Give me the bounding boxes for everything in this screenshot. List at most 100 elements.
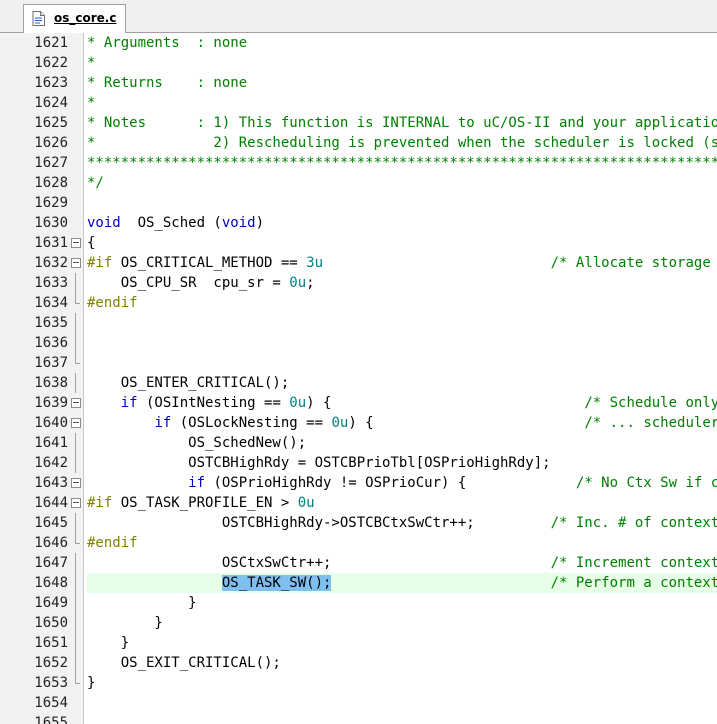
code-token: 0u [331, 415, 349, 431]
code-text[interactable]: if (OSLockNesting == 0u) { /* ... schedu… [87, 413, 717, 433]
fold-guide [71, 533, 81, 553]
code-line[interactable]: 1625 * Notes : 1) This function is INTERN… [0, 113, 717, 133]
code-text[interactable]: * Notes : 1) This function is INTERNAL t… [87, 113, 717, 133]
tab-os-core-c[interactable]: os_core.c [23, 4, 126, 33]
fold-guide [71, 273, 81, 293]
code-line[interactable]: 1636 [0, 333, 717, 353]
code-line[interactable]: 1631 { [0, 233, 717, 253]
code-text[interactable]: if (OSPrioHighRdy != OSPrioCur) { /* No … [87, 473, 717, 493]
fold-guide [71, 293, 81, 313]
code-line[interactable]: 1641 OS_SchedNew(); [0, 433, 717, 453]
code-line[interactable]: 1640 if (OSLockNesting == 0u) { /* ... s… [0, 413, 717, 433]
code-line[interactable]: 1627 ************************************… [0, 153, 717, 173]
code-editor[interactable]: 1621 * Arguments : none 1622 * 1623 * Returns… [0, 33, 717, 724]
code-line[interactable]: 1635 [0, 313, 717, 333]
code-text[interactable]: * [87, 53, 95, 73]
code-text[interactable]: OSTCBHighRdy = OSTCBPrioTbl[OSPrioHighRd… [87, 453, 550, 473]
code-line[interactable]: 1652 OS_EXIT_CRITICAL(); [0, 653, 717, 673]
code-text[interactable]: } [87, 613, 162, 633]
code-line[interactable]: 1638 OS_ENTER_CRITICAL(); [0, 373, 717, 393]
fold-toggle-icon[interactable] [71, 393, 81, 413]
code-text[interactable]: #endif [87, 293, 138, 313]
code-line[interactable]: 1654 [0, 693, 717, 713]
code-text[interactable]: OS_SchedNew(); [87, 433, 306, 453]
code-token: * [87, 95, 96, 111]
code-text[interactable]: OS_EXIT_CRITICAL(); [87, 653, 281, 673]
code-line[interactable]: 1639 if (OSIntNesting == 0u) { /* Schedu… [0, 393, 717, 413]
code-token: #if [87, 255, 113, 271]
code-token: OS_TASK_PROFILE_EN > [112, 495, 298, 511]
code-token: #endif [87, 295, 138, 311]
code-line[interactable]: 1655 [0, 713, 717, 724]
line-number: 1648 [34, 575, 68, 591]
code-text[interactable]: * Returns : none [87, 73, 247, 93]
code-text[interactable]: * 2) Rescheduling is prevented when the … [87, 133, 717, 153]
code-token: /* Allocate storage for CPU status regis… [550, 255, 711, 271]
fold-toggle-icon[interactable] [71, 233, 81, 253]
code-line[interactable]: 1632 #if OS_CRITICAL_METHOD == 3u /* Allo… [0, 253, 717, 273]
fold-guide [71, 633, 81, 653]
fold-toggle-icon[interactable] [71, 253, 81, 273]
line-number: 1646 [34, 535, 68, 551]
line-number: 1651 [34, 635, 68, 651]
code-line[interactable]: 1651 } [0, 633, 717, 653]
code-token: OS_CRITICAL_METHOD == [112, 255, 307, 271]
code-text[interactable]: { [87, 233, 95, 253]
code-line[interactable]: 1621 * Arguments : none [0, 33, 717, 53]
line-number: 1634 [34, 295, 68, 311]
code-line[interactable]: 1628 */ [0, 173, 717, 193]
code-text[interactable]: ****************************************… [87, 153, 717, 173]
code-text[interactable]: } [87, 673, 95, 693]
code-text[interactable]: OSCtxSwCtr++; /* Increment context switc… [87, 553, 717, 573]
code-token: if [120, 395, 138, 411]
code-line[interactable]: 1633 OS_CPU_SR cpu_sr = 0u; [0, 273, 717, 293]
code-token: ) { [306, 395, 585, 411]
code-text[interactable]: if (OSIntNesting == 0u) { /* Schedule on… [87, 393, 717, 413]
line-number: 1640 [34, 415, 68, 431]
code-line[interactable]: 1629 [0, 193, 717, 213]
code-line[interactable]: 1653} [0, 673, 717, 693]
code-line[interactable]: 1643 if (OSPrioHighRdy != OSPrioCur) { /… [0, 473, 717, 493]
code-text[interactable]: #if OS_CRITICAL_METHOD == 3u /* Allocate… [87, 253, 717, 273]
code-line[interactable]: 1649 } [0, 593, 717, 613]
code-text[interactable]: #if OS_TASK_PROFILE_EN > 0u [87, 493, 315, 513]
current-code-line[interactable]: 1648 OS_TASK_SW(); /* Perform a context … [0, 573, 717, 593]
code-text[interactable]: OS_CPU_SR cpu_sr = 0u; [87, 273, 315, 293]
code-token: /* ... scheduler is not locked */ [584, 415, 717, 431]
code-text[interactable]: } [87, 633, 129, 653]
code-line[interactable]: 1634 #endif [0, 293, 717, 313]
code-text[interactable]: OSTCBHighRdy->OSTCBCtxSwCtr++; /* Inc. #… [87, 513, 717, 533]
code-line[interactable]: 1645 OSTCBHighRdy->OSTCBCtxSwCtr++; /* I… [0, 513, 717, 533]
fold-toggle-icon[interactable] [71, 493, 81, 513]
code-line[interactable]: 1624 * [0, 93, 717, 113]
line-number: 1627 [34, 155, 68, 171]
code-text[interactable]: } [87, 593, 196, 613]
code-line[interactable]: 1642 OSTCBHighRdy = OSTCBPrioTbl[OSPrioH… [0, 453, 717, 473]
code-line[interactable]: 1644 #if OS_TASK_PROFILE_EN > 0u [0, 493, 717, 513]
code-line[interactable]: 1622 * [0, 53, 717, 73]
code-token: /* Schedule only if all ISRs done and ..… [584, 395, 717, 411]
fold-guide [71, 333, 81, 353]
code-line[interactable]: 1623 * Returns : none [0, 73, 717, 93]
code-text[interactable]: */ [87, 173, 104, 193]
fold-toggle-icon[interactable] [71, 473, 81, 493]
code-line[interactable]: 1637 [0, 353, 717, 373]
code-text[interactable]: void OS_Sched (void) [87, 213, 264, 233]
fold-toggle-icon[interactable] [71, 413, 81, 433]
code-token: * 2) Rescheduling is prevented when the … [87, 135, 717, 151]
code-text[interactable]: * Arguments : none [87, 33, 247, 53]
code-line[interactable]: 1647 OSCtxSwCtr++; /* Increment context … [0, 553, 717, 573]
code-text[interactable]: OS_ENTER_CRITICAL(); [87, 373, 290, 393]
fold-guide [71, 373, 81, 393]
code-text[interactable]: #endif [87, 533, 138, 553]
code-line[interactable]: 1630 void OS_Sched (void) [0, 213, 717, 233]
code-text[interactable]: * [87, 93, 95, 113]
code-line[interactable]: 1646 #endif [0, 533, 717, 553]
code-token: #if [87, 495, 113, 511]
code-line[interactable]: 1650 } [0, 613, 717, 633]
line-number: 1643 [34, 475, 68, 491]
code-line[interactable]: 1626 * 2) Rescheduling is prevented when … [0, 133, 717, 153]
line-number: 1623 [34, 75, 68, 91]
code-text[interactable]: OS_TASK_SW(); /* Perform a context switc… [87, 573, 717, 593]
